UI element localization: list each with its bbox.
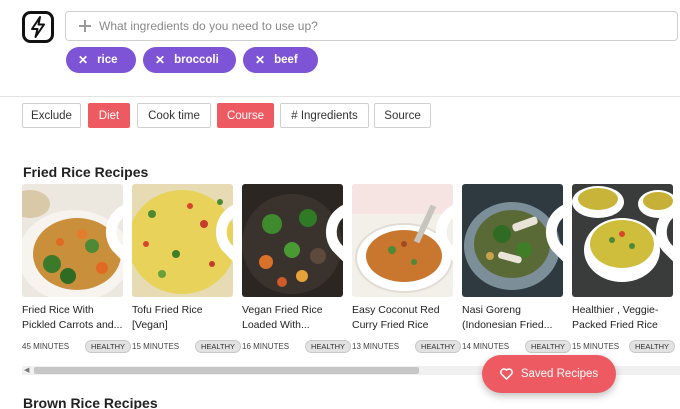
recipe-image[interactable] [22,184,123,297]
remove-chip-icon[interactable]: ✕ [155,53,165,67]
plus-icon [79,20,91,32]
chip-label: rice [97,54,118,66]
cook-time-label: 45 MINUTES [22,342,70,351]
recipe-card[interactable]: Fried Rice With Pickled Carrots and... 45… [22,184,132,353]
favorite-heart-icon[interactable] [655,190,673,262]
favorite-heart-icon[interactable] [325,190,343,262]
recipe-image[interactable] [242,184,343,297]
favorite-heart-icon[interactable] [105,190,123,262]
recipe-title[interactable]: Nasi Goreng (Indonesian Fried... [462,303,563,333]
recipe-title[interactable]: Vegan Fried Rice Loaded With... [242,303,343,333]
healthy-badge: HEALTHY [629,340,676,353]
chip-beef[interactable]: ✕ beef [243,47,318,73]
header-divider [0,96,680,97]
healthy-badge: HEALTHY [415,340,462,353]
cook-time-label: 16 MINUTES [242,342,290,351]
healthy-badge: HEALTHY [85,340,132,353]
cook-time-label: 15 MINUTES [572,342,620,351]
favorite-heart-icon[interactable] [545,190,563,262]
healthy-badge: HEALTHY [525,340,572,353]
recipe-title[interactable]: Healthier , Veggie- Packed Fried Rice [572,303,673,333]
recipe-image[interactable] [462,184,563,297]
recipe-title[interactable]: Easy Coconut Red Curry Fried Rice [352,303,453,333]
cook-time-label: 13 MINUTES [352,342,400,351]
ingredient-search-input[interactable] [99,19,599,33]
healthy-badge: HEALTHY [195,340,242,353]
filter-ingredients-count-button[interactable]: # Ingredients [280,103,369,128]
remove-chip-icon[interactable]: ✕ [78,53,88,67]
recipe-card[interactable]: Healthier , Veggie- Packed Fried Rice 15 … [572,184,676,353]
chip-rice[interactable]: ✕ rice [66,47,136,73]
section-title-fried-rice: Fried Rice Recipes [23,164,149,180]
recipe-card[interactable]: Tofu Fried Rice [Vegan] 15 MINUTES HEALTH… [132,184,242,353]
filter-exclude-button[interactable]: Exclude [22,103,81,128]
scroll-left-arrow-icon[interactable]: ◀ [24,367,29,374]
favorite-heart-icon[interactable] [215,190,233,262]
recipe-title[interactable]: Fried Rice With Pickled Carrots and... [22,303,123,333]
chip-broccoli[interactable]: ✕ broccoli [143,47,236,73]
recipe-title[interactable]: Tofu Fried Rice [Vegan] [132,303,233,333]
chip-label: beef [274,54,298,66]
ingredient-search-bar[interactable] [65,11,678,41]
filter-cook-time-button[interactable]: Cook time [137,103,211,128]
filter-source-button[interactable]: Source [374,103,431,128]
healthy-badge: HEALTHY [305,340,352,353]
recipe-image[interactable] [132,184,233,297]
recipe-card[interactable]: Nasi Goreng (Indonesian Fried... 14 MINUT… [462,184,572,353]
favorite-heart-icon[interactable] [435,190,453,262]
scrollbar-thumb[interactable] [34,367,419,374]
chip-label: broccoli [174,54,219,66]
recipe-card[interactable]: Easy Coconut Red Curry Fried Rice 13 MINU… [352,184,462,353]
saved-recipes-label: Saved Recipes [520,368,599,380]
filter-diet-button[interactable]: Diet [88,103,130,128]
recipe-image[interactable] [572,184,673,297]
filter-course-button[interactable]: Course [217,103,274,128]
cook-time-label: 14 MINUTES [462,342,510,351]
section-title-brown-rice: Brown Rice Recipes [23,395,158,409]
recipe-image[interactable] [352,184,453,297]
heart-icon [499,368,513,380]
saved-recipes-button[interactable]: Saved Recipes [482,355,616,393]
remove-chip-icon[interactable]: ✕ [255,53,265,67]
cook-time-label: 15 MINUTES [132,342,180,351]
app-logo-icon[interactable] [22,11,54,43]
recipe-card[interactable]: Vegan Fried Rice Loaded With... 16 MINUTE… [242,184,352,353]
